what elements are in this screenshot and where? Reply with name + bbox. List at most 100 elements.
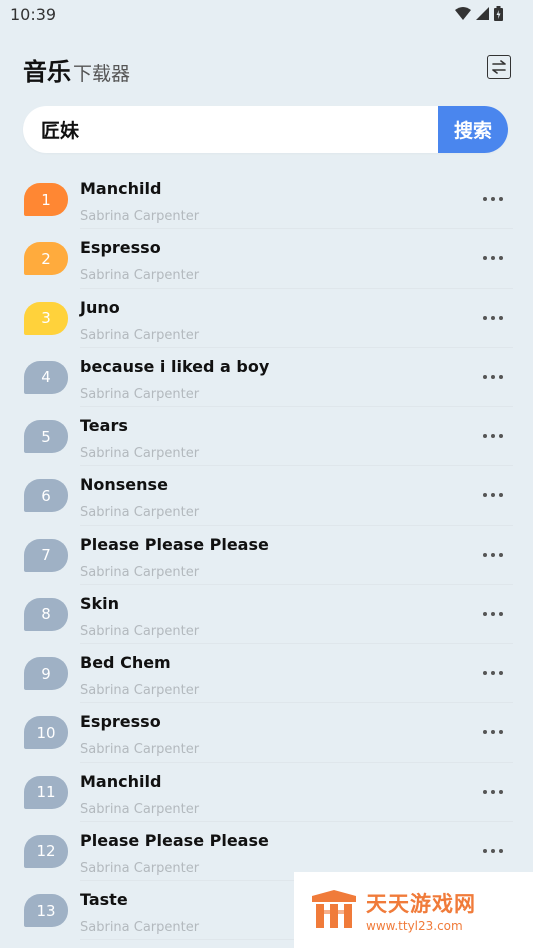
song-title: Manchild <box>80 179 162 198</box>
rank-badge: 2 <box>24 242 68 276</box>
more-dot <box>483 611 487 616</box>
song-row[interactable]: 2 Espresso Sabrina Carpenter <box>0 229 533 289</box>
song-row[interactable]: 10 Espresso Sabrina Carpenter <box>0 703 533 763</box>
more-options-icon[interactable] <box>483 310 503 326</box>
song-row[interactable]: 1 Manchild Sabrina Carpenter <box>0 170 533 230</box>
signal-icon <box>476 7 489 20</box>
more-options-icon[interactable] <box>483 547 503 563</box>
more-options-icon[interactable] <box>483 784 503 800</box>
song-artist: Sabrina Carpenter <box>80 327 200 343</box>
song-artist: Sabrina Carpenter <box>80 683 200 698</box>
song-artist: Sabrina Carpenter <box>80 564 200 580</box>
watermark-name: 天天游戏网 <box>366 891 476 916</box>
watermark-text: 天天游戏网 www.ttyl23.com <box>366 888 476 933</box>
more-dot <box>483 315 487 320</box>
rank-badge: 13 <box>24 894 68 927</box>
rank-badge: 11 <box>24 775 68 809</box>
more-dot <box>491 730 495 735</box>
song-artist: Sabrina Carpenter <box>80 446 200 461</box>
more-options-icon[interactable] <box>483 428 503 444</box>
more-options-icon[interactable] <box>483 191 503 207</box>
more-options-icon[interactable] <box>483 606 503 622</box>
song-row[interactable]: 11 Manchild Sabrina Carpenter <box>0 763 533 822</box>
more-dot <box>483 197 487 201</box>
more-options-icon[interactable] <box>483 665 503 681</box>
more-dot <box>499 789 503 794</box>
song-row[interactable]: 9 Bed Chem Sabrina Carpenter <box>0 644 533 704</box>
header: 音乐 下载器 <box>23 52 130 87</box>
rank-badge: 3 <box>24 301 68 335</box>
more-dot <box>483 789 487 794</box>
rank-badge: 1 <box>24 183 68 216</box>
song-artist: Sabrina Carpenter <box>80 742 200 758</box>
app-title: 音乐 <box>23 58 71 86</box>
more-dot <box>499 374 503 379</box>
watermark-logo-icon <box>312 890 356 928</box>
status-time: 10:39 <box>10 5 57 24</box>
song-title: Juno <box>80 297 120 317</box>
watermark: 天天游戏网 www.ttyl23.com <box>294 872 533 948</box>
song-artist: Sabrina Carpenter <box>80 505 200 521</box>
more-dot <box>491 434 495 438</box>
more-dot <box>491 374 495 379</box>
song-artist: Sabrina Carpenter <box>80 920 200 935</box>
song-artist: Sabrina Carpenter <box>80 801 200 817</box>
song-artist: Sabrina Carpenter <box>80 268 200 284</box>
rank-badge: 7 <box>24 538 68 572</box>
more-dot <box>483 256 487 261</box>
song-row[interactable]: 6 Nonsense Sabrina Carpenter <box>0 466 533 526</box>
more-options-icon[interactable] <box>483 843 503 859</box>
song-row[interactable]: 5 Tears Sabrina Carpenter <box>0 407 533 467</box>
swap-button[interactable] <box>487 55 511 79</box>
more-options-icon[interactable] <box>483 250 503 266</box>
more-dot <box>483 552 487 557</box>
more-options-icon[interactable] <box>483 724 503 740</box>
song-title: Please Please Please <box>80 830 269 850</box>
more-dot <box>491 256 495 261</box>
song-row[interactable]: 7 Please Please Please Sabrina Carpenter <box>0 526 533 585</box>
more-dot <box>499 256 503 261</box>
more-dot <box>499 197 503 201</box>
search-button[interactable]: 搜索 <box>438 106 508 153</box>
more-dot <box>499 434 503 438</box>
song-artist: Sabrina Carpenter <box>80 860 200 876</box>
song-title: Espresso <box>80 712 161 732</box>
song-row[interactable]: 3 Juno Sabrina Carpenter <box>0 289 533 348</box>
rank-badge: 12 <box>24 834 68 868</box>
more-options-icon[interactable] <box>483 487 503 503</box>
song-list: 1 Manchild Sabrina Carpenter 2 Espresso Sabri… <box>0 170 533 941</box>
rank-badge: 10 <box>24 716 68 750</box>
song-artist: Sabrina Carpenter <box>80 386 200 402</box>
more-dot <box>483 671 487 675</box>
more-dot <box>499 671 503 675</box>
rank-badge: 4 <box>24 360 68 394</box>
song-artist: Sabrina Carpenter <box>80 209 200 224</box>
rank-badge: 8 <box>24 597 68 631</box>
song-row[interactable]: 8 Skin Sabrina Carpenter <box>0 585 533 644</box>
more-options-icon[interactable] <box>483 369 503 385</box>
more-dot <box>499 848 503 853</box>
more-dot <box>491 848 495 853</box>
more-dot <box>491 552 495 557</box>
more-dot <box>499 730 503 735</box>
rank-badge: 5 <box>24 420 68 453</box>
song-row[interactable]: 4 because i liked a boy Sabrina Carpenter <box>0 348 533 407</box>
more-dot <box>483 374 487 379</box>
song-title: because i liked a boy <box>80 356 270 376</box>
more-dot <box>491 197 495 201</box>
more-dot <box>491 611 495 616</box>
more-dot <box>499 315 503 320</box>
watermark-url: www.ttyl23.com <box>366 918 463 933</box>
song-artist: Sabrina Carpenter <box>80 623 200 639</box>
more-dot <box>483 493 487 498</box>
status-bar: 10:39 <box>0 0 533 30</box>
more-dot <box>499 611 503 616</box>
song-title: Tears <box>80 416 128 435</box>
song-title: Skin <box>80 593 120 613</box>
rank-badge: 6 <box>24 479 68 513</box>
search-bar: 搜索 <box>23 106 508 153</box>
rank-badge: 9 <box>24 657 68 690</box>
more-dot <box>483 434 487 438</box>
song-title: Espresso <box>80 238 161 258</box>
search-input[interactable] <box>41 106 421 153</box>
